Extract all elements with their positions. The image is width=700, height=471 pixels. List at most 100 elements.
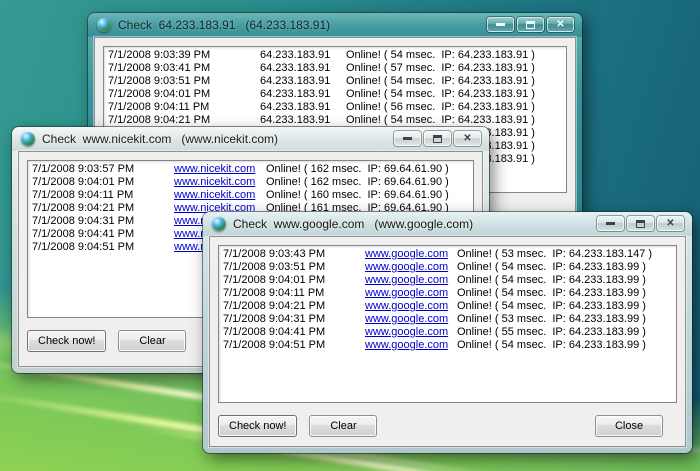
titlebar[interactable]: Check www.nicekit.com (www.nicekit.com) …: [12, 127, 489, 151]
result-host: 64.233.183.91: [260, 101, 346, 114]
result-row: 7/1/2008 9:04:21 PM 64.233.183.91 Online…: [108, 114, 566, 127]
result-status: Online! ( 54 msec. IP: 64.233.183.99 ): [457, 261, 676, 274]
result-host-link[interactable]: www.google.com: [365, 274, 457, 287]
result-host: 64.233.183.91: [260, 88, 346, 101]
result-status: Online! ( 162 msec. IP: 69.64.61.90 ): [266, 163, 473, 176]
result-time: 7/1/2008 9:04:41 PM: [32, 228, 174, 241]
result-status: Online! ( 160 msec. IP: 69.64.61.90 ): [266, 189, 473, 202]
client-area: 7/1/2008 9:03:43 PM www.google.com Onlin…: [209, 236, 686, 447]
close-button[interactable]: ✕: [454, 131, 481, 146]
result-host-link[interactable]: www.nicekit.com: [174, 189, 266, 202]
caption-buttons: ✕: [597, 216, 684, 231]
minimize-button[interactable]: [394, 131, 421, 146]
close-icon: ✕: [463, 134, 471, 144]
result-status: Online! ( 56 msec. IP: 64.233.183.91 ): [346, 101, 566, 114]
result-status: Online! ( 54 msec. IP: 64.233.183.99 ): [457, 300, 676, 313]
result-host-link[interactable]: www.google.com: [365, 248, 457, 261]
result-host-link[interactable]: www.google.com: [365, 313, 457, 326]
minimize-button[interactable]: [597, 216, 624, 231]
check-now-button[interactable]: Check now!: [27, 330, 106, 352]
close-icon: ✕: [556, 20, 564, 30]
results-listbox: 7/1/2008 9:03:43 PM www.google.com Onlin…: [218, 245, 677, 403]
result-status: Online! ( 162 msec. IP: 69.64.61.90 ): [266, 176, 473, 189]
desktop-background: Check 64.233.183.91 (64.233.183.91) ✕ 7/…: [0, 0, 700, 471]
result-host-link[interactable]: www.google.com: [365, 339, 457, 352]
result-time: 7/1/2008 9:04:51 PM: [32, 241, 174, 254]
check-now-button[interactable]: Check now!: [218, 415, 297, 437]
result-time: 7/1/2008 9:04:21 PM: [108, 114, 260, 127]
result-row: 7/1/2008 9:04:01 PM www.google.com Onlin…: [223, 274, 676, 287]
result-time: 7/1/2008 9:04:01 PM: [223, 274, 365, 287]
result-time: 7/1/2008 9:03:41 PM: [108, 62, 260, 75]
result-status: Online! ( 53 msec. IP: 64.233.183.147 ): [457, 248, 676, 261]
minimize-icon: [403, 137, 412, 140]
result-time: 7/1/2008 9:04:31 PM: [223, 313, 365, 326]
result-status: Online! ( 54 msec. IP: 64.233.183.91 ): [346, 114, 566, 127]
window-title: Check www.google.com (www.google.com): [233, 217, 473, 231]
clear-button[interactable]: Clear: [309, 415, 377, 437]
maximize-icon: [433, 135, 442, 143]
result-time: 7/1/2008 9:04:51 PM: [223, 339, 365, 352]
window-title: Check 64.233.183.91 (64.233.183.91): [118, 18, 330, 32]
result-host-link[interactable]: www.google.com: [365, 261, 457, 274]
result-row: 7/1/2008 9:04:11 PM 64.233.183.91 Online…: [108, 101, 566, 114]
result-status: Online! ( 54 msec. IP: 64.233.183.99 ): [457, 339, 676, 352]
action-buttons: Check now! Clear Close: [218, 415, 677, 437]
result-time: 7/1/2008 9:04:41 PM: [223, 326, 365, 339]
result-time: 7/1/2008 9:04:01 PM: [108, 88, 260, 101]
close-button[interactable]: ✕: [547, 17, 574, 32]
result-time: 7/1/2008 9:03:51 PM: [223, 261, 365, 274]
close-icon: ✕: [666, 219, 674, 229]
titlebar[interactable]: Check www.google.com (www.google.com) ✕: [203, 212, 692, 236]
result-time: 7/1/2008 9:04:11 PM: [32, 189, 174, 202]
result-time: 7/1/2008 9:03:39 PM: [108, 49, 260, 62]
result-row: 7/1/2008 9:04:11 PM www.nicekit.com Onli…: [32, 189, 473, 202]
result-time: 7/1/2008 9:03:57 PM: [32, 163, 174, 176]
result-host: 64.233.183.91: [260, 114, 346, 127]
result-time: 7/1/2008 9:04:01 PM: [32, 176, 174, 189]
minimize-icon: [496, 23, 505, 26]
result-time: 7/1/2008 9:04:11 PM: [108, 101, 260, 114]
minimize-icon: [606, 222, 615, 225]
result-host-link[interactable]: www.nicekit.com: [174, 176, 266, 189]
result-status: Online! ( 54 msec. IP: 64.233.183.99 ): [457, 287, 676, 300]
close-button[interactable]: ✕: [657, 216, 684, 231]
result-row: 7/1/2008 9:04:21 PM www.google.com Onlin…: [223, 300, 676, 313]
result-status: Online! ( 57 msec. IP: 64.233.183.91 ): [346, 62, 566, 75]
result-host-link[interactable]: www.google.com: [365, 300, 457, 313]
result-time: 7/1/2008 9:04:11 PM: [223, 287, 365, 300]
titlebar[interactable]: Check 64.233.183.91 (64.233.183.91) ✕: [88, 13, 582, 37]
result-host: 64.233.183.91: [260, 62, 346, 75]
result-status: Online! ( 54 msec. IP: 64.233.183.91 ): [346, 49, 566, 62]
result-time: 7/1/2008 9:03:51 PM: [108, 75, 260, 88]
result-host-link[interactable]: www.nicekit.com: [174, 163, 266, 176]
result-status: Online! ( 54 msec. IP: 64.233.183.91 ): [346, 88, 566, 101]
maximize-button[interactable]: [517, 17, 544, 32]
result-row: 7/1/2008 9:03:41 PM 64.233.183.91 Online…: [108, 62, 566, 75]
maximize-button[interactable]: [424, 131, 451, 146]
close-action-button[interactable]: Close: [595, 415, 663, 437]
result-host: 64.233.183.91: [260, 75, 346, 88]
result-row: 7/1/2008 9:03:39 PM 64.233.183.91 Online…: [108, 49, 566, 62]
globe-app-icon: [212, 217, 226, 231]
minimize-button[interactable]: [487, 17, 514, 32]
window-title: Check www.nicekit.com (www.nicekit.com): [42, 132, 278, 146]
result-status: Online! ( 54 msec. IP: 64.233.183.91 ): [346, 75, 566, 88]
result-host-link[interactable]: www.google.com: [365, 326, 457, 339]
result-row: 7/1/2008 9:04:31 PM www.google.com Onlin…: [223, 313, 676, 326]
result-time: 7/1/2008 9:04:31 PM: [32, 215, 174, 228]
clear-button[interactable]: Clear: [118, 330, 186, 352]
globe-app-icon: [97, 18, 111, 32]
caption-buttons: ✕: [394, 131, 481, 146]
result-host-link[interactable]: www.google.com: [365, 287, 457, 300]
result-row: 7/1/2008 9:04:41 PM www.google.com Onlin…: [223, 326, 676, 339]
window-check-google: Check www.google.com (www.google.com) ✕ …: [203, 212, 692, 453]
result-row: 7/1/2008 9:03:43 PM www.google.com Onlin…: [223, 248, 676, 261]
result-status: Online! ( 54 msec. IP: 64.233.183.99 ): [457, 274, 676, 287]
caption-buttons: ✕: [487, 17, 574, 32]
result-host: 64.233.183.91: [260, 49, 346, 62]
result-row: 7/1/2008 9:04:01 PM 64.233.183.91 Online…: [108, 88, 566, 101]
result-time: 7/1/2008 9:04:21 PM: [223, 300, 365, 313]
maximize-button[interactable]: [627, 216, 654, 231]
result-status: Online! ( 53 msec. IP: 64.233.183.99 ): [457, 313, 676, 326]
